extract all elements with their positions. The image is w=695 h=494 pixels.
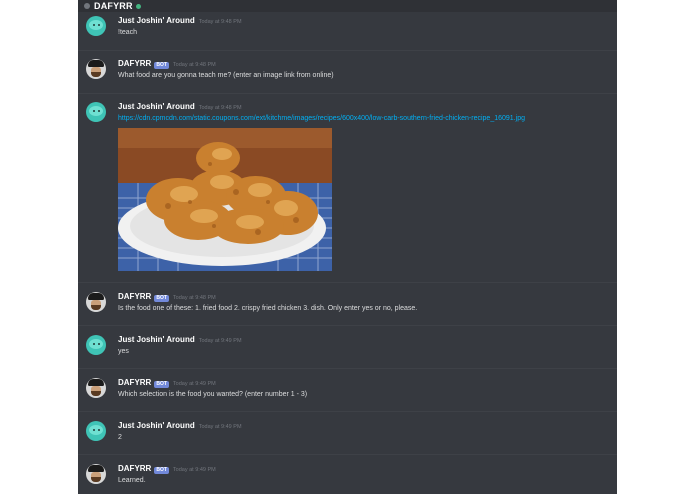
message-divider: [78, 50, 617, 51]
dafyrr-avatar[interactable]: [86, 59, 106, 79]
message-text: What food are you gonna teach me? (enter…: [118, 72, 334, 79]
server-name: DAFYRR: [94, 1, 133, 11]
message-text: yes: [118, 348, 129, 355]
online-indicator-icon: [135, 3, 141, 9]
joshin-avatar[interactable]: [86, 335, 106, 355]
bot-badge: BOT: [154, 62, 169, 69]
message-timestamp: Today at 9:49 PM: [198, 424, 242, 430]
message-text: Which selection is the food you wanted? …: [118, 391, 308, 398]
message-author[interactable]: DAFYRR: [118, 464, 151, 473]
bot-badge: BOT: [154, 295, 169, 302]
message-text: Is the food one of these: 1. fried food …: [118, 305, 418, 312]
message-divider: [78, 411, 617, 412]
channel-header: DAFYRR: [78, 0, 617, 12]
joshin-avatar[interactable]: [86, 102, 106, 122]
message-divider: [78, 282, 617, 283]
message-divider: [78, 93, 617, 94]
message-text: 2: [118, 434, 122, 441]
message-divider: [78, 368, 617, 369]
message-author[interactable]: Just Joshin' Around: [118, 335, 195, 344]
status-dot-icon: [84, 3, 90, 9]
fried-chicken-photo[interactable]: [118, 128, 332, 271]
message-author[interactable]: DAFYRR: [118, 378, 151, 387]
message-divider: [78, 325, 617, 326]
chat-panel: DAFYRR Just Joshin' Around Today at 9:48…: [78, 0, 617, 494]
joshin-avatar[interactable]: [86, 421, 106, 441]
dafyrr-avatar[interactable]: [86, 464, 106, 484]
message-divider: [78, 454, 617, 455]
message-text: !teach: [118, 29, 138, 36]
message-timestamp: Today at 9:48 PM: [198, 19, 242, 25]
bot-badge: BOT: [154, 467, 169, 474]
message-timestamp: Today at 9:49 PM: [172, 467, 216, 473]
message-author[interactable]: Just Joshin' Around: [118, 102, 195, 111]
message-author[interactable]: Just Joshin' Around: [118, 16, 195, 25]
bot-badge: BOT: [154, 381, 169, 388]
fried-chicken-image: [118, 128, 332, 271]
message-author[interactable]: DAFYRR: [118, 59, 151, 68]
dafyrr-avatar[interactable]: [86, 292, 106, 312]
message-author[interactable]: Just Joshin' Around: [118, 421, 195, 430]
dafyrr-avatar[interactable]: [86, 378, 106, 398]
message-timestamp: Today at 9:49 PM: [198, 338, 242, 344]
message-timestamp: Today at 9:48 PM: [172, 295, 216, 301]
message-timestamp: Today at 9:49 PM: [172, 381, 216, 387]
joshin-avatar[interactable]: [86, 16, 106, 36]
message-timestamp: Today at 9:48 PM: [198, 105, 242, 111]
message-author[interactable]: DAFYRR: [118, 292, 151, 301]
message-link[interactable]: https://cdn.cpmcdn.com/static.coupons.co…: [118, 115, 525, 122]
message-text: Learned.: [118, 477, 146, 484]
message-timestamp: Today at 9:48 PM: [172, 62, 216, 68]
